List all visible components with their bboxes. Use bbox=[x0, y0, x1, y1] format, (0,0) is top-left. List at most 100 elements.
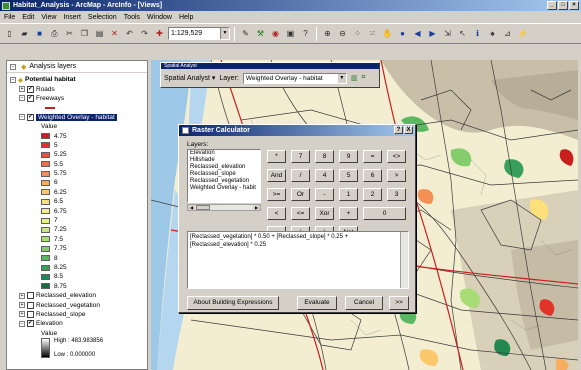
legend-swatch[interactable] bbox=[41, 170, 50, 177]
select-features-icon[interactable]: ⇲ bbox=[441, 27, 454, 40]
save-icon[interactable]: ■ bbox=[33, 27, 46, 40]
about-expressions-button[interactable]: About Building Expressions bbox=[187, 296, 279, 310]
keypad-button[interactable]: / bbox=[291, 169, 310, 182]
more-button[interactable]: >> bbox=[389, 296, 409, 310]
fixed-zoom-out-icon[interactable]: ⁙ bbox=[366, 27, 379, 40]
layer-row[interactable]: + Reclassed_vegetation bbox=[7, 300, 147, 309]
fixed-zoom-in-icon[interactable]: ⁘ bbox=[351, 27, 364, 40]
expand-icon[interactable]: + bbox=[19, 86, 25, 93]
layers-list-item[interactable]: Reclassed_vegetation bbox=[190, 178, 260, 185]
menu-help[interactable]: Help bbox=[179, 14, 193, 21]
collapse-icon[interactable]: − bbox=[19, 95, 25, 102]
keypad-button[interactable]: < bbox=[267, 207, 286, 220]
histogram-icon[interactable]: ▥ bbox=[351, 74, 358, 82]
menu-edit[interactable]: Edit bbox=[22, 14, 34, 21]
keypad-button[interactable]: > bbox=[387, 169, 406, 182]
scroll-left-icon[interactable]: ◀ bbox=[188, 205, 195, 210]
layers-list[interactable]: Elevation Hillshade Reclassed_elevation Rec… bbox=[187, 149, 261, 203]
horizontal-scrollbar[interactable]: ◀ ▶ bbox=[187, 204, 261, 211]
dialog-title-bar[interactable]: Raster Calculator ? X bbox=[179, 125, 415, 136]
keypad-button[interactable]: >= bbox=[267, 188, 286, 201]
keypad-button[interactable]: 9 bbox=[339, 150, 358, 163]
whats-this-icon[interactable]: ? bbox=[299, 27, 312, 40]
close-button[interactable]: X bbox=[404, 126, 413, 134]
keypad-button[interactable]: = bbox=[363, 150, 382, 163]
back-extent-icon[interactable]: ◀ bbox=[411, 27, 424, 40]
layers-list-item[interactable]: Elevation bbox=[190, 150, 260, 157]
legend-swatch[interactable] bbox=[41, 151, 50, 158]
zoom-in-icon[interactable]: ⊕ bbox=[321, 27, 334, 40]
layer-freeways[interactable]: − ✓ Freeways bbox=[7, 94, 147, 103]
keypad-button[interactable]: - bbox=[315, 188, 334, 201]
keypad-button[interactable]: <> bbox=[387, 150, 406, 163]
layer-combo[interactable]: Weighted Overlay - habitat ▼ bbox=[242, 72, 347, 84]
maximize-button[interactable]: □ bbox=[558, 1, 568, 10]
keypad-button[interactable]: Xor bbox=[315, 207, 334, 220]
full-extent-icon[interactable]: ● bbox=[396, 27, 409, 40]
legend-swatch[interactable] bbox=[41, 245, 50, 252]
find-icon[interactable]: ♠ bbox=[486, 27, 499, 40]
keypad-button[interactable]: 5 bbox=[339, 169, 358, 182]
zoom-out-icon[interactable]: ⊖ bbox=[336, 27, 349, 40]
layer-row[interactable]: + Reclassed_slope bbox=[7, 310, 147, 319]
keypad-button[interactable]: Or bbox=[291, 188, 310, 201]
layers-list-item[interactable]: Weighted Overlay - habit bbox=[190, 185, 260, 192]
help-button[interactable]: ? bbox=[394, 126, 403, 134]
new-icon[interactable]: ▯ bbox=[3, 27, 16, 40]
keypad-button[interactable]: And bbox=[267, 169, 286, 182]
keypad-button[interactable]: + bbox=[339, 207, 358, 220]
layer-checkbox[interactable]: ✓ bbox=[27, 94, 34, 102]
menu-selection[interactable]: Selection bbox=[88, 14, 117, 21]
keypad-button[interactable]: 8 bbox=[315, 150, 334, 163]
select-elements-icon[interactable]: ↖ bbox=[456, 27, 469, 40]
expand-icon[interactable]: + bbox=[19, 292, 25, 299]
cancel-button[interactable]: Cancel bbox=[345, 296, 383, 310]
add-data-icon[interactable]: ✚ bbox=[153, 27, 166, 40]
collapse-icon[interactable]: − bbox=[10, 63, 16, 70]
scroll-right-icon[interactable]: ▶ bbox=[253, 205, 260, 210]
delete-icon[interactable]: ✕ bbox=[108, 27, 121, 40]
keypad-button[interactable]: 7 bbox=[291, 150, 310, 163]
legend-swatch[interactable] bbox=[41, 264, 50, 271]
close-button[interactable]: × bbox=[569, 1, 579, 10]
expression-box[interactable]: [Reclassed_vegetation] * 0.50 + [Reclass… bbox=[187, 231, 409, 289]
menu-view[interactable]: View bbox=[41, 14, 56, 21]
cut-icon[interactable]: ✂ bbox=[63, 27, 76, 40]
identify-icon[interactable]: ℹ bbox=[471, 27, 484, 40]
legend-swatch[interactable] bbox=[41, 142, 50, 149]
layer-row[interactable]: − ✓ Elevation bbox=[7, 319, 147, 328]
layers-list-item[interactable]: Reclassed_elevation bbox=[190, 164, 260, 171]
arctoolbox-icon[interactable]: ⚒ bbox=[254, 27, 267, 40]
legend-swatch[interactable] bbox=[41, 283, 50, 290]
layer-roads[interactable]: + ✓ Roads bbox=[7, 84, 147, 93]
copy-icon[interactable]: ❐ bbox=[78, 27, 91, 40]
layers-list-item[interactable]: Reclassed_slope bbox=[190, 171, 260, 178]
layer-checkbox[interactable] bbox=[27, 301, 34, 309]
legend-swatch[interactable] bbox=[41, 179, 50, 186]
model-icon[interactable]: ▣ bbox=[284, 27, 297, 40]
legend-swatch[interactable] bbox=[41, 198, 50, 205]
keypad-button[interactable]: * bbox=[267, 150, 286, 163]
menu-insert[interactable]: Insert bbox=[63, 14, 81, 21]
layer-row[interactable]: + Reclassed_elevation bbox=[7, 291, 147, 300]
expand-icon[interactable]: + bbox=[19, 302, 25, 309]
layers-list-item[interactable]: Hillshade bbox=[190, 157, 260, 164]
keypad-button[interactable]: <= bbox=[291, 207, 310, 220]
measure-icon[interactable]: ⊿ bbox=[501, 27, 514, 40]
contour-icon[interactable]: ⌗ bbox=[361, 74, 365, 82]
legend-swatch[interactable] bbox=[41, 133, 50, 140]
keypad-button[interactable]: 6 bbox=[363, 169, 382, 182]
collapse-icon[interactable]: − bbox=[19, 320, 25, 327]
minimize-button[interactable]: _ bbox=[547, 1, 557, 10]
legend-swatch[interactable] bbox=[41, 255, 50, 262]
chevron-down-icon[interactable]: ▼ bbox=[220, 28, 229, 39]
legend-swatch[interactable] bbox=[41, 226, 50, 233]
legend-swatch[interactable] bbox=[41, 161, 50, 168]
layer-checkbox[interactable]: ✓ bbox=[27, 85, 34, 93]
scroll-thumb[interactable] bbox=[196, 205, 210, 210]
keypad-button[interactable]: 4 bbox=[315, 169, 334, 182]
pan-icon[interactable]: ✋ bbox=[381, 27, 394, 40]
arccatalog-icon[interactable]: ◉ bbox=[269, 27, 282, 40]
spatial-analyst-menu[interactable]: Spatial Analyst ▾ bbox=[164, 74, 215, 82]
print-icon[interactable]: ⎙ bbox=[48, 27, 61, 40]
